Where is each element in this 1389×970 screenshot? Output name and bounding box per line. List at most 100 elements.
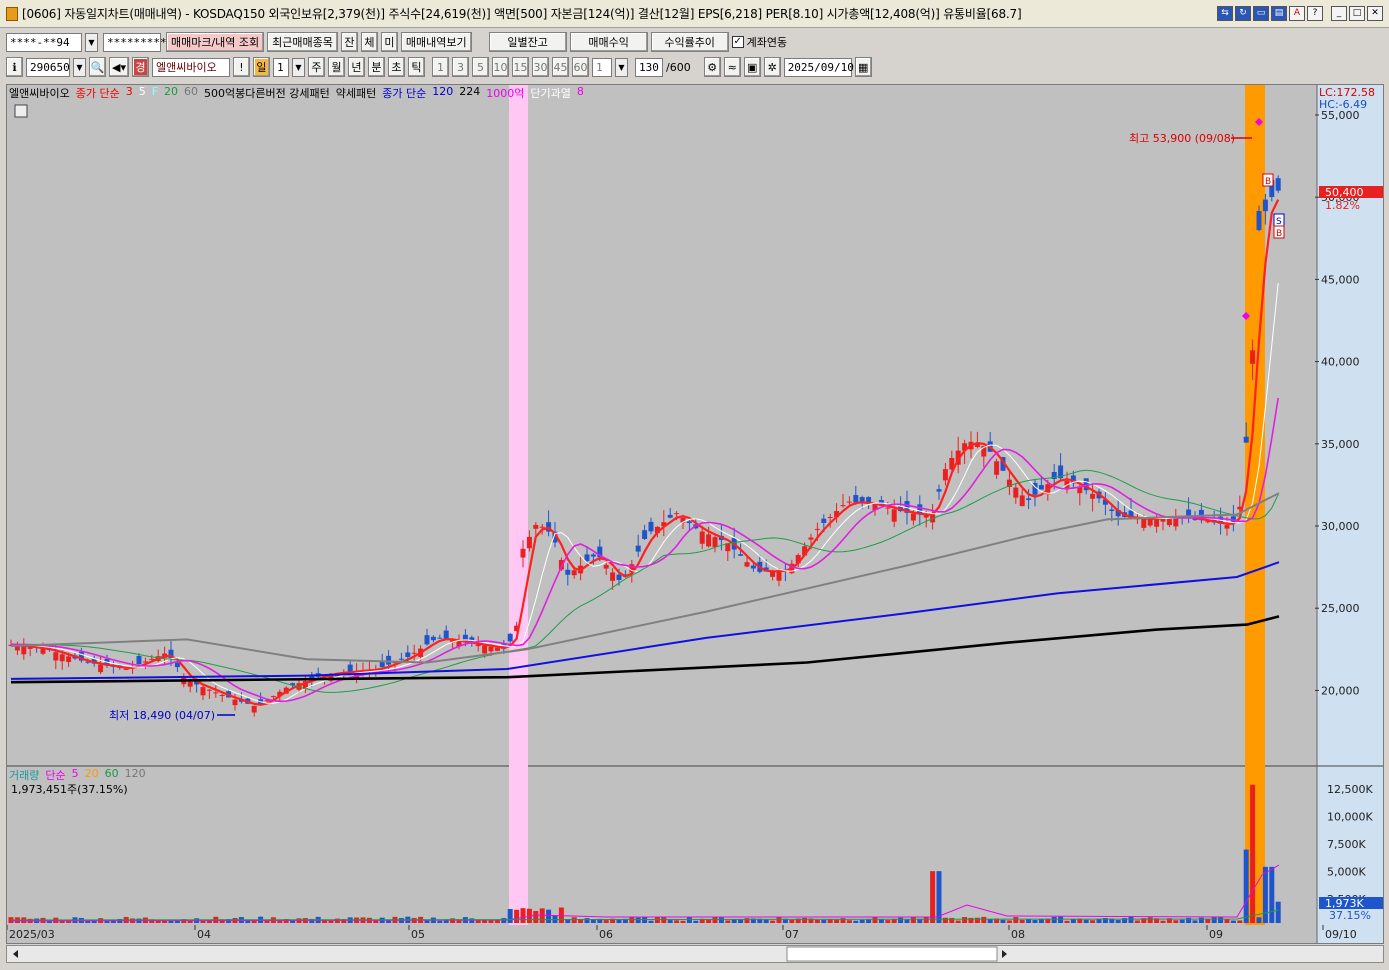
che-button[interactable]: 체	[360, 32, 378, 52]
date-input[interactable]: 2025/09/10	[783, 57, 854, 77]
volume-bar	[1230, 920, 1236, 923]
mi-button[interactable]: 미	[380, 32, 398, 52]
return-trend-button[interactable]: 수익률추이	[650, 32, 729, 52]
candle-body	[430, 636, 436, 641]
period-n-input[interactable]: 1	[272, 57, 289, 77]
volume-bar	[910, 916, 916, 923]
warning-badge: 경	[131, 57, 149, 77]
minimize-button[interactable]: _	[1331, 6, 1347, 21]
candle-body	[1019, 495, 1025, 507]
volume-bar	[488, 920, 494, 923]
candle-body	[827, 516, 833, 518]
volume-bar	[1243, 849, 1249, 923]
volume-bar	[763, 919, 769, 923]
period-dropdown[interactable]: ▼	[291, 57, 305, 77]
candle-body	[187, 681, 193, 687]
save-icon[interactable]: ▣	[743, 57, 761, 77]
candle-body	[270, 696, 276, 698]
calendar-icon[interactable]: ▦	[854, 57, 872, 77]
screen-icon[interactable]: ▭	[1253, 6, 1269, 21]
chart-settings-icon[interactable]: ⚙	[703, 57, 721, 77]
config-icon[interactable]: ✲	[763, 57, 781, 77]
interval-60[interactable]: 60	[571, 57, 589, 77]
interval-5[interactable]: 5	[471, 57, 489, 77]
count-total: /600	[665, 60, 691, 74]
password-input[interactable]: *********	[103, 32, 167, 52]
count-input[interactable]: 130	[634, 57, 663, 77]
account-link-checkbox[interactable]: ✓	[731, 36, 744, 48]
jan-button[interactable]: 잔	[340, 32, 358, 52]
speaker-icon[interactable]: ◀▾	[109, 57, 129, 77]
toolbar-account: ****-**94 ▼ ********* 매매마크/내역 조회 최근매매종목 …	[0, 29, 1389, 55]
horizontal-scrollbar[interactable]	[6, 945, 1384, 963]
volume-bar	[814, 919, 820, 923]
daily-balance-button[interactable]: 일별잔고	[488, 32, 567, 52]
maximize-button[interactable]: □	[1349, 6, 1365, 21]
legend-ma224: 224	[459, 85, 481, 98]
volume-bar	[680, 920, 686, 923]
scroll-left-icon[interactable]	[13, 950, 18, 958]
candle-body	[814, 528, 820, 530]
interval-45[interactable]: 45	[551, 57, 569, 77]
volume-bar	[482, 920, 488, 923]
candle-body	[821, 518, 827, 523]
tab-week[interactable]: 주	[307, 57, 325, 77]
price-tick-label: 30,000	[1321, 520, 1360, 533]
search-icon[interactable]: 🔍	[89, 57, 106, 77]
interval-input[interactable]: 1	[591, 57, 612, 77]
refresh-icon[interactable]: ↻	[1235, 6, 1251, 21]
interval-dropdown[interactable]: ▼	[614, 57, 628, 77]
volume-bar	[590, 919, 596, 923]
tab-year[interactable]: 년	[347, 57, 365, 77]
tab-second[interactable]: 초	[387, 57, 405, 77]
volume-bar	[1211, 916, 1217, 923]
volume-bar	[1275, 901, 1281, 923]
candle-body	[232, 699, 238, 706]
link-icon[interactable]: ⇆	[1217, 6, 1233, 21]
candle-body	[251, 705, 257, 713]
date-tick-label: 05	[411, 928, 425, 941]
code-search-icon[interactable]: ℹ	[6, 57, 23, 77]
tab-tick[interactable]: 틱	[407, 57, 425, 77]
interval-3[interactable]: 3	[451, 57, 469, 77]
close-button[interactable]: ✕	[1367, 6, 1383, 21]
account-input[interactable]: ****-**94	[6, 32, 82, 52]
interval-1[interactable]: 1	[431, 57, 449, 77]
candle-body	[750, 565, 756, 569]
interval-10[interactable]: 10	[491, 57, 509, 77]
date-tick-label: 08	[1011, 928, 1025, 941]
recent-trade-button[interactable]: 최근매매종목	[267, 32, 338, 52]
date-tick-label: 04	[197, 928, 211, 941]
volume-bar	[1198, 917, 1204, 923]
interval-30[interactable]: 30	[531, 57, 549, 77]
volume-bar	[667, 920, 673, 923]
candle-body	[405, 652, 411, 657]
tab-month[interactable]: 월	[327, 57, 345, 77]
trade-history-button[interactable]: 매매내역보기	[400, 32, 472, 52]
candle-body	[66, 656, 72, 663]
help-icon[interactable]: ?	[1307, 6, 1323, 21]
candle-body	[40, 648, 46, 654]
period-day-button[interactable]: 일	[252, 57, 270, 77]
price-chart[interactable]: 55,00050,00045,00040,00035,00030,00025,0…	[7, 85, 1383, 943]
stock-code-input[interactable]: 290650	[26, 57, 70, 77]
font-icon[interactable]: A	[1289, 6, 1305, 21]
candle-body	[936, 489, 942, 492]
interval-15[interactable]: 15	[511, 57, 529, 77]
high-annotation: 최고 53,900 (09/08)	[1129, 132, 1235, 145]
alert-button[interactable]: !	[232, 57, 250, 77]
candle-body	[738, 554, 744, 556]
volume-bar	[1038, 919, 1044, 923]
tab-minute[interactable]: 분	[367, 57, 385, 77]
chart-area[interactable]: 55,00050,00045,00040,00035,00030,00025,0…	[6, 84, 1384, 944]
print-icon[interactable]: ▤	[1271, 6, 1287, 21]
volume-tick-label: 10,000K	[1327, 811, 1373, 824]
account-dropdown[interactable]: ▼	[85, 32, 98, 52]
scroll-thumb[interactable]	[786, 946, 998, 962]
trade-profit-button[interactable]: 매매수익	[569, 32, 648, 52]
volume-bar	[1147, 917, 1153, 923]
code-dropdown[interactable]: ▼	[73, 57, 86, 77]
scroll-right-icon[interactable]	[1002, 950, 1007, 958]
indicator-icon[interactable]: ≈	[723, 57, 741, 77]
mark-query-button[interactable]: 매매마크/내역 조회	[166, 32, 265, 52]
